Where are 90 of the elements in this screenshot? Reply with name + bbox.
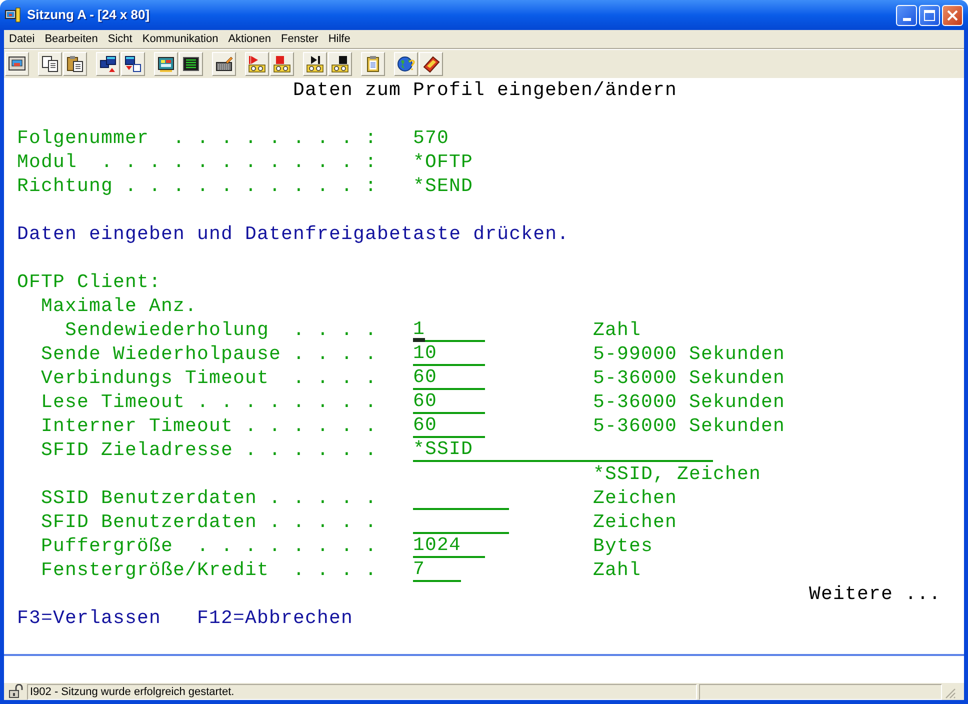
stop-tape-icon <box>331 55 349 73</box>
hint-text: Zahl <box>593 558 642 582</box>
minimize-icon <box>902 18 910 20</box>
toolbar-button[interactable] <box>5 52 29 76</box>
hint-text: 5-36000 Sekunden <box>593 414 786 438</box>
field-label: SSID Benutzerdaten . . . . . <box>41 486 378 510</box>
status-message: I902 - Sitzung wurde erfolgreich gestartet. <box>27 684 697 700</box>
copy-icon <box>41 55 59 73</box>
field-label: Folgenummer . . . . . . . . : <box>17 126 378 150</box>
text-cursor <box>413 338 425 342</box>
stop-tape-icon <box>273 55 291 73</box>
display-icon <box>182 55 200 73</box>
field-value: *SEND <box>413 174 474 198</box>
field-label: Puffergröße . . . . . . . . <box>41 534 378 558</box>
toolbar-button[interactable] <box>154 52 178 76</box>
function-key: F12=Abbrechen <box>197 606 354 630</box>
window-title: Sitzung A - [24 x 80] <box>27 6 150 24</box>
toolbar-button[interactable] <box>303 52 327 76</box>
menu-item[interactable]: Bearbeiten <box>40 30 103 48</box>
more-indicator: Weitere ... <box>809 582 942 606</box>
tag-icon <box>422 55 440 73</box>
toolbar-button[interactable] <box>361 52 385 76</box>
maximize-button[interactable] <box>919 4 940 26</box>
hint-text: Zahl <box>593 318 642 342</box>
minimize-button[interactable] <box>896 4 917 26</box>
toolbar-button[interactable] <box>121 52 145 76</box>
section-heading: OFTP Client: <box>17 270 162 294</box>
screen-title: Daten zum Profil eingeben/ändern <box>292 78 678 102</box>
field-label: SFID Zieladresse . . . . . . <box>41 438 378 462</box>
field-label: Interner Timeout . . . . . . <box>41 414 378 438</box>
app-icon <box>5 7 21 23</box>
keyboard-icon <box>215 55 233 73</box>
hint-text: Bytes <box>593 534 654 558</box>
field-label: Verbindungs Timeout . . . . <box>41 366 378 390</box>
field-label: Sende Wiederholpause . . . . <box>41 342 378 366</box>
display-icon <box>157 55 175 73</box>
toolbar-button[interactable] <box>419 52 443 76</box>
toolbar-button[interactable] <box>179 52 203 76</box>
input-field[interactable]: 60 <box>413 366 485 390</box>
menu-item[interactable]: Kommunikation <box>137 30 224 48</box>
field-label: Richtung . . . . . . . . . . : <box>17 174 378 198</box>
play-tape-icon <box>248 55 266 73</box>
toolbar-button[interactable] <box>63 52 87 76</box>
screens-down-arrow-icon <box>124 55 142 73</box>
size-grip-icon <box>944 687 956 699</box>
padlock-icon <box>7 684 25 699</box>
clipboard-icon <box>364 55 382 73</box>
field-label: Modul . . . . . . . . . . . : <box>17 150 378 174</box>
globe-icon <box>397 55 415 73</box>
play-pause-tape-icon <box>306 55 324 73</box>
field-label: Lese Timeout . . . . . . . . <box>41 390 378 414</box>
input-field[interactable]: *SSID <box>413 438 713 462</box>
close-button[interactable] <box>942 4 963 26</box>
menu-item[interactable]: Fenster <box>276 30 324 48</box>
menu-item[interactable]: Hilfe <box>323 30 356 48</box>
input-field[interactable]: 60 <box>413 414 485 438</box>
menu-item[interactable]: Aktionen <box>223 30 276 48</box>
menu-item[interactable]: Datei <box>4 30 40 48</box>
hint-text: Zeichen <box>593 510 678 534</box>
screens-up-arrow-icon <box>99 55 117 73</box>
field-label: Fenstergröße/Kredit . . . . <box>41 558 378 582</box>
function-key: F3=Verlassen <box>17 606 162 630</box>
input-field[interactable]: 1 <box>413 318 485 342</box>
maximize-icon <box>924 10 935 20</box>
field-label: Sendewiederholung . . . . <box>65 318 378 342</box>
toolbar-button[interactable] <box>96 52 120 76</box>
toolbar-button[interactable] <box>394 52 418 76</box>
toolbar-button[interactable] <box>38 52 62 76</box>
hint-text: 5-99000 Sekunden <box>593 342 786 366</box>
hint-text: Zeichen <box>593 486 678 510</box>
input-field[interactable]: 60 <box>413 390 485 414</box>
instruction-text: Daten eingeben und Datenfreigabetaste drücken. <box>17 222 570 246</box>
monitor-icon <box>8 55 26 73</box>
field-value: 570 <box>413 126 450 150</box>
group-label: Maximale Anz. <box>41 294 198 318</box>
paste-icon <box>66 55 84 73</box>
field-label: SFID Benutzerdaten . . . . . <box>41 510 378 534</box>
field-value: *OFTP <box>413 150 474 174</box>
close-icon <box>947 10 958 20</box>
hint-text: 5-36000 Sekunden <box>593 390 786 414</box>
hint-text: 5-36000 Sekunden <box>593 366 786 390</box>
input-field[interactable]: 1024 <box>413 534 485 558</box>
menu-item[interactable]: Sicht <box>102 30 138 48</box>
toolbar-button[interactable] <box>245 52 269 76</box>
toolbar-button[interactable] <box>270 52 294 76</box>
toolbar-button[interactable] <box>328 52 352 76</box>
toolbar-button[interactable] <box>212 52 236 76</box>
input-field[interactable]: 10 <box>413 342 485 366</box>
hint-text: *SSID, Zeichen <box>593 462 762 486</box>
input-field[interactable]: 7 <box>413 558 461 582</box>
